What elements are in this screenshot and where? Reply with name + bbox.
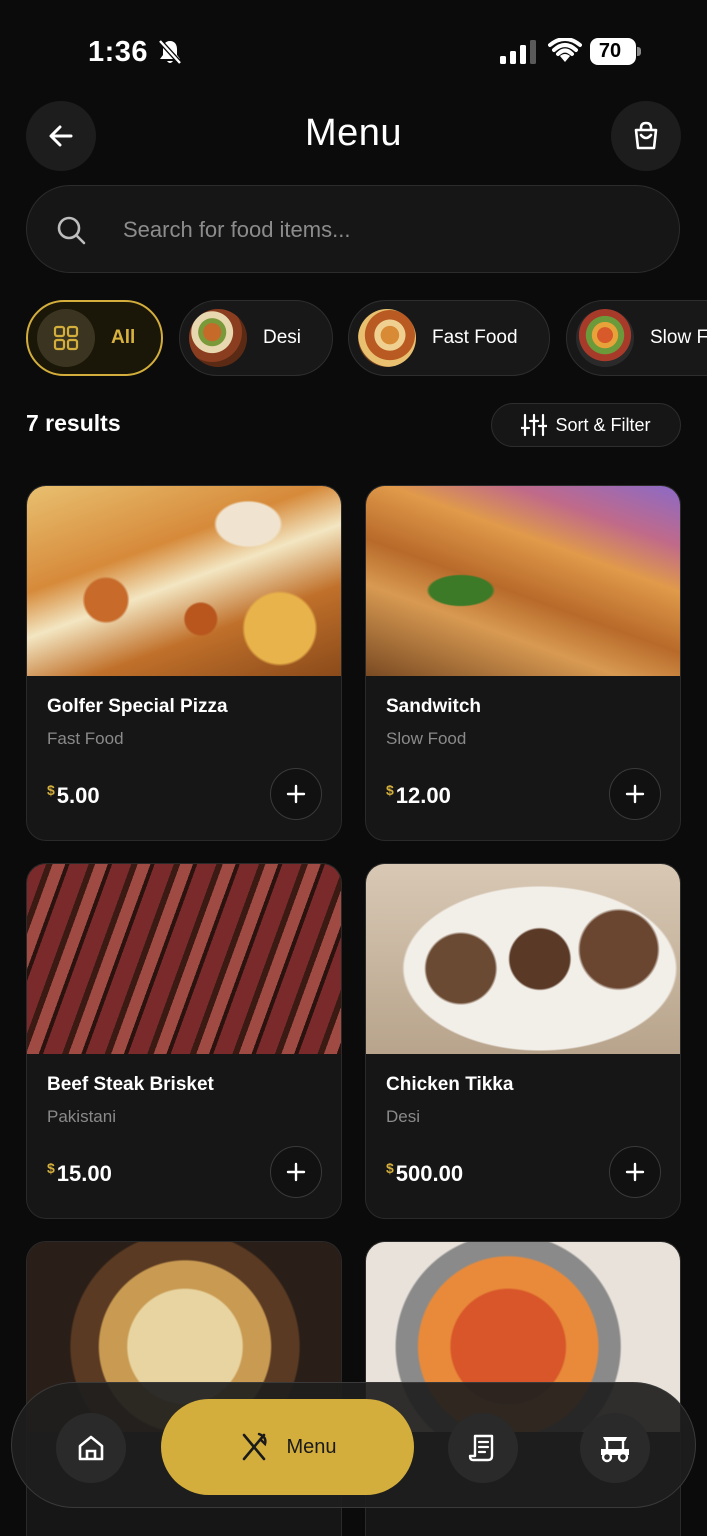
grid-icon — [37, 309, 95, 367]
product-image — [366, 486, 680, 676]
battery-indicator: 70 — [590, 38, 642, 65]
product-image — [366, 864, 680, 1054]
page-title: Menu — [304, 112, 403, 154]
wifi-icon — [548, 38, 582, 62]
product-price: $5.00 — [47, 782, 100, 809]
add-to-cart-button[interactable] — [270, 768, 322, 820]
category-chip-desi[interactable]: Desi — [179, 300, 333, 376]
product-price: $15.00 — [47, 1160, 112, 1187]
bell-off-icon — [158, 39, 182, 65]
currency-symbol: $ — [386, 1160, 394, 1176]
status-bar: 1:36 70 — [0, 0, 707, 100]
nav-menu-label: Menu — [286, 1435, 337, 1458]
product-price: $500.00 — [386, 1160, 463, 1187]
product-category: Desi — [386, 1107, 421, 1126]
bottom-navigation: Menu — [11, 1382, 696, 1508]
battery-level: 70 — [598, 40, 622, 62]
shopping-bag-icon — [634, 121, 658, 150]
product-card[interactable]: Chicken Tikka Desi $500.00 — [365, 863, 681, 1219]
product-name: Beef Steak Brisket — [47, 1074, 214, 1095]
category-chips: All Desi Fast Food Slow Fo — [26, 300, 707, 378]
category-image — [358, 309, 416, 367]
sort-filter-button[interactable]: Sort & Filter — [491, 403, 681, 447]
price-value: 15.00 — [56, 1161, 112, 1186]
plus-icon — [625, 784, 645, 804]
category-chip-fast-food[interactable]: Fast Food — [348, 300, 550, 376]
fork-knife-icon — [243, 1432, 268, 1461]
category-label: Desi — [263, 327, 302, 348]
add-to-cart-button[interactable] — [609, 768, 661, 820]
category-chip-all[interactable]: All — [26, 300, 163, 376]
nav-menu-button[interactable]: Menu — [161, 1399, 414, 1495]
price-value: 500.00 — [395, 1161, 464, 1186]
product-card[interactable]: Sandwitch Slow Food $12.00 — [365, 485, 681, 841]
results-count: 7 results — [26, 410, 121, 436]
product-image — [27, 864, 341, 1054]
search-input[interactable] — [123, 210, 643, 250]
sliders-icon — [521, 413, 548, 437]
product-card[interactable]: Golfer Special Pizza Fast Food $5.00 — [26, 485, 342, 841]
product-name: Chicken Tikka — [386, 1074, 514, 1095]
shopping-bag-button[interactable] — [611, 101, 681, 171]
nav-home-button[interactable] — [56, 1413, 126, 1483]
product-category: Pakistani — [47, 1107, 116, 1126]
status-time: 1:36 — [88, 36, 149, 68]
category-label: Fast Food — [432, 327, 518, 348]
currency-symbol: $ — [47, 782, 55, 798]
search-bar[interactable] — [26, 185, 680, 273]
price-value: 12.00 — [395, 783, 451, 808]
plus-icon — [625, 1162, 645, 1182]
search-icon — [57, 216, 86, 245]
product-name: Sandwitch — [386, 696, 482, 717]
category-image — [189, 309, 247, 367]
nav-golf-cart-button[interactable] — [580, 1413, 650, 1483]
currency-symbol: $ — [47, 1160, 55, 1176]
golf-cart-icon — [601, 1437, 629, 1463]
add-to-cart-button[interactable] — [270, 1146, 322, 1198]
product-category: Slow Food — [386, 729, 467, 748]
add-to-cart-button[interactable] — [609, 1146, 661, 1198]
product-card[interactable]: Beef Steak Brisket Pakistani $15.00 — [26, 863, 342, 1219]
category-image — [576, 309, 634, 367]
product-category: Fast Food — [47, 729, 124, 748]
receipt-icon — [468, 1434, 494, 1462]
nav-orders-button[interactable] — [448, 1413, 518, 1483]
category-label: Slow Fo — [650, 327, 707, 348]
currency-symbol: $ — [386, 782, 394, 798]
plus-icon — [286, 784, 306, 804]
category-chip-slow-food[interactable]: Slow Fo — [566, 300, 707, 376]
category-label: All — [111, 327, 136, 348]
product-price: $12.00 — [386, 782, 451, 809]
product-name: Golfer Special Pizza — [47, 696, 228, 717]
home-icon — [78, 1435, 104, 1461]
sort-filter-label: Sort & Filter — [555, 414, 651, 435]
product-image — [27, 486, 341, 676]
price-value: 5.00 — [56, 783, 100, 808]
cellular-signal-icon — [500, 40, 536, 64]
plus-icon — [286, 1162, 306, 1182]
